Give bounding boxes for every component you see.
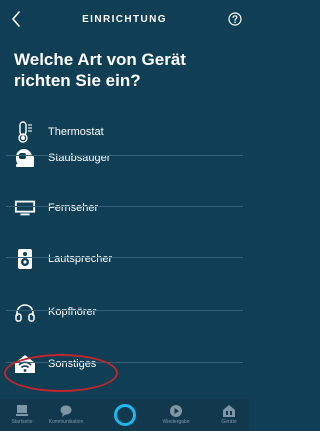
nav-geraete[interactable]: Geräte (214, 399, 244, 431)
devices-icon (223, 405, 235, 417)
home-card-icon (16, 405, 28, 416)
device-label: Staubsauger (48, 152, 111, 164)
nav-wiedergabe[interactable]: Wiedergabe (156, 399, 196, 431)
device-row-staubsauger[interactable]: Staubsauger (0, 130, 249, 186)
nav-alexa[interactable] (110, 399, 140, 431)
nav-startseite[interactable]: Startseite (2, 399, 42, 431)
app-screen: EINRICHTUNG Welche Art von Gerät richten… (0, 0, 249, 431)
help-button[interactable] (227, 11, 243, 27)
nav-label: Geräte (221, 419, 237, 425)
device-row-kopfhoerer[interactable]: Kopfhörer (0, 284, 249, 340)
bottom-navigation: Startseite Kommunikation Wiedergabe Gerä… (0, 399, 249, 431)
alexa-icon (114, 404, 136, 426)
wifi-home-icon (14, 353, 36, 375)
device-label: Fernseher (48, 202, 99, 214)
question-circle-icon (228, 12, 242, 26)
nav-label: Startseite (11, 419, 33, 425)
vacuum-icon (14, 147, 36, 169)
page-title-line-2: richten Sie ein? (14, 71, 141, 90)
divider (6, 362, 243, 363)
device-row-sonstiges[interactable]: Sonstiges (0, 336, 249, 392)
tv-icon (14, 197, 36, 219)
divider (6, 310, 243, 311)
header-title: EINRICHTUNG (82, 14, 167, 25)
device-label: Kopfhörer (48, 306, 97, 318)
device-label: Lautsprecher (48, 253, 113, 265)
divider (6, 155, 243, 156)
device-label: Sonstiges (48, 358, 97, 370)
page-title-line-1: Welche Art von Gerät (14, 50, 186, 69)
divider (6, 206, 243, 207)
device-row-lautsprecher[interactable]: Lautsprecher (0, 231, 249, 287)
nav-kommunikation[interactable]: Kommunikation (43, 399, 89, 431)
headphones-icon (14, 301, 36, 323)
play-icon (170, 405, 182, 417)
divider (6, 257, 243, 258)
nav-label: Wiedergabe (162, 419, 190, 425)
chevron-left-icon (12, 11, 20, 27)
nav-label: Kommunikation (48, 419, 84, 425)
back-button[interactable] (7, 8, 25, 30)
header: EINRICHTUNG (0, 0, 249, 44)
chat-icon (60, 405, 72, 417)
speaker-icon (14, 248, 36, 270)
device-row-fernseher[interactable]: Fernseher (0, 180, 249, 236)
page-title: Welche Art von Gerät richten Sie ein? (14, 49, 234, 91)
